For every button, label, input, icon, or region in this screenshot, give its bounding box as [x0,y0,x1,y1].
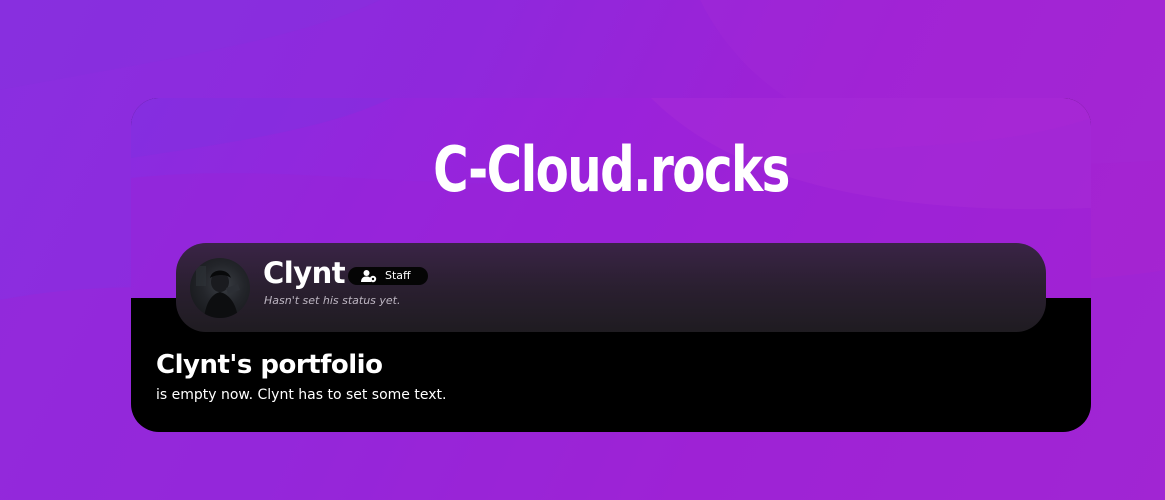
profile-card: C-Cloud.rocks Clynt Staff Hasn't set his… [131,98,1091,432]
avatar[interactable] [190,258,250,318]
status-text: Hasn't set his status yet. [264,294,401,307]
portfolio-text: is empty now. Clynt has to set some text… [156,387,447,403]
username: Clynt [263,256,346,290]
user-gear-icon [361,270,377,283]
staff-badge: Staff [348,267,428,285]
avatar-image [196,266,240,318]
site-title: C-Cloud.rocks [433,133,790,206]
portfolio-title: Clynt's portfolio [156,350,383,380]
badge-label: Staff [385,269,411,282]
profile-bar: Clynt Staff Hasn't set his status yet. [176,243,1046,332]
